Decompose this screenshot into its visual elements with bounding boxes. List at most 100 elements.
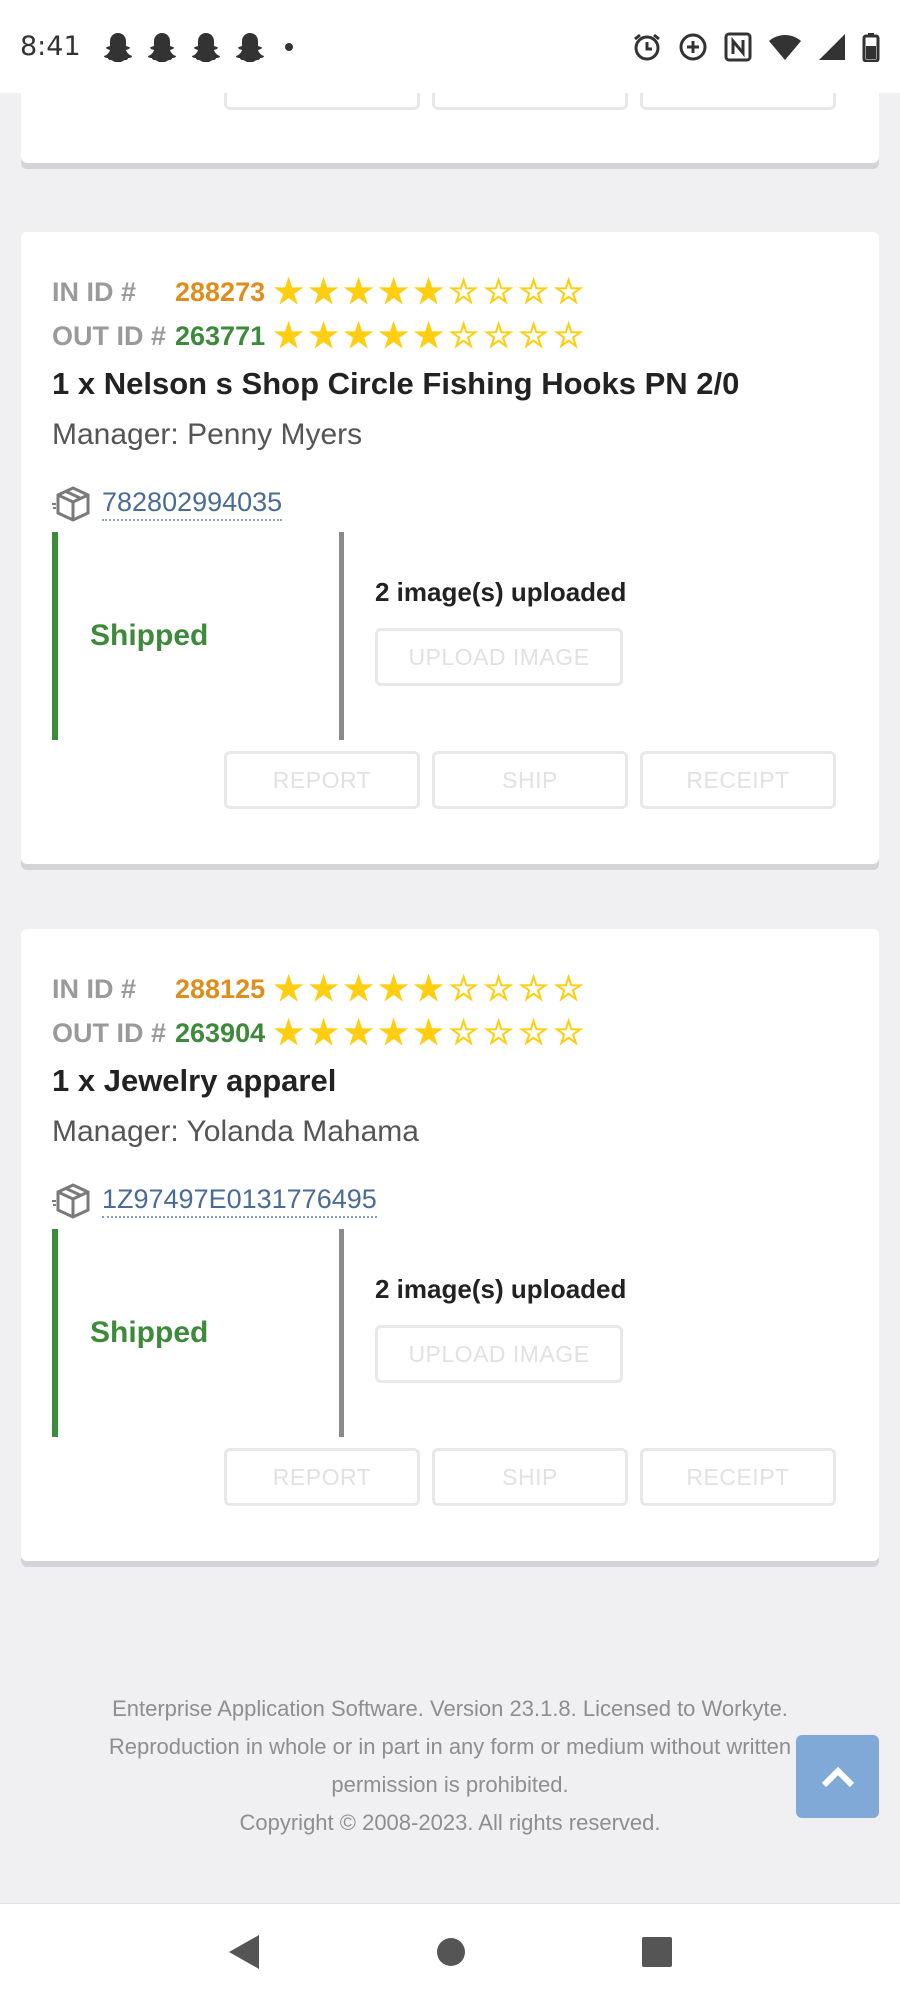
out-id-value: 263771 xyxy=(175,320,266,351)
star-empty-icon: ☆ xyxy=(553,273,584,311)
tracking-row: 1Z97497E0131776495 xyxy=(52,1181,377,1221)
star-empty-icon: ☆ xyxy=(518,1014,549,1052)
star-filled-icon: ★ xyxy=(378,273,409,311)
navigation-bar xyxy=(0,1903,900,2000)
package-icon xyxy=(52,486,90,522)
status-label: Shipped xyxy=(90,619,209,652)
status-time: 8:41 xyxy=(20,31,81,62)
star-filled-icon: ★ xyxy=(413,1014,444,1052)
out-id-row: OUT ID # 263771 ★ ★ ★ ★ ★ ☆ ☆ ☆ ☆ xyxy=(52,319,586,353)
upload-image-button[interactable]: UPLOAD IMAGE xyxy=(375,628,623,686)
manager-name: Yolanda Mahama xyxy=(186,1115,419,1148)
ship-button[interactable]: SHIP xyxy=(432,751,628,809)
star-filled-icon: ★ xyxy=(378,1014,409,1052)
status-block: Shipped xyxy=(52,532,344,740)
status-label: Shipped xyxy=(90,1316,209,1349)
snapchat-icon xyxy=(191,32,220,62)
star-empty-icon: ☆ xyxy=(448,317,479,355)
footer: Enterprise Application Software. Version… xyxy=(40,1690,860,1842)
star-filled-icon: ★ xyxy=(273,317,304,355)
star-filled-icon: ★ xyxy=(308,970,339,1008)
out-rating: ★ ★ ★ ★ ★ ☆ ☆ ☆ ☆ xyxy=(271,319,586,353)
footer-line: Copyright © 2008-2023. All rights reserv… xyxy=(239,1810,661,1835)
star-filled-icon: ★ xyxy=(413,273,444,311)
star-filled-icon: ★ xyxy=(343,317,374,355)
images-uploaded-text: 2 image(s) uploaded xyxy=(375,1274,627,1304)
star-filled-icon: ★ xyxy=(378,317,409,355)
battery-icon xyxy=(862,32,880,62)
star-empty-icon: ☆ xyxy=(448,1014,479,1052)
star-filled-icon: ★ xyxy=(308,273,339,311)
footer-line: Reproduction in whole or in part in any … xyxy=(108,1734,792,1759)
star-empty-icon: ☆ xyxy=(483,1014,514,1052)
star-filled-icon: ★ xyxy=(273,970,304,1008)
star-filled-icon: ★ xyxy=(273,1014,304,1052)
signal-icon xyxy=(819,33,845,60)
in-id-label: IN ID # xyxy=(52,973,137,1004)
wifi-icon xyxy=(769,34,801,60)
out-rating: ★ ★ ★ ★ ★ ☆ ☆ ☆ ☆ xyxy=(271,1016,586,1050)
receipt-button[interactable]: RECEIPT xyxy=(640,751,836,809)
status-block: Shipped xyxy=(52,1229,344,1437)
notification-dot xyxy=(284,42,293,51)
tracking-row: 782802994035 xyxy=(52,484,283,524)
ship-button[interactable]: SHIP xyxy=(432,1448,628,1506)
out-id-label: OUT ID # xyxy=(52,320,167,351)
manager-label: Manager: xyxy=(52,1115,187,1148)
snapchat-icon xyxy=(147,32,176,62)
star-filled-icon: ★ xyxy=(413,317,444,355)
in-rating: ★ ★ ★ ★ ★ ☆ ☆ ☆ ☆ xyxy=(271,972,586,1006)
star-filled-icon: ★ xyxy=(273,273,304,311)
star-filled-icon: ★ xyxy=(413,970,444,1008)
star-filled-icon: ★ xyxy=(308,1014,339,1052)
star-empty-icon: ☆ xyxy=(553,317,584,355)
in-id-value: 288125 xyxy=(175,973,266,1004)
star-empty-icon: ☆ xyxy=(483,273,514,311)
out-id-row: OUT ID # 263904 ★ ★ ★ ★ ★ ☆ ☆ ☆ ☆ xyxy=(52,1016,586,1050)
star-empty-icon: ☆ xyxy=(483,317,514,355)
star-empty-icon: ☆ xyxy=(518,273,549,311)
package-icon xyxy=(52,1183,90,1219)
in-id-row: IN ID # 288125 ★ ★ ★ ★ ★ ☆ ☆ ☆ ☆ xyxy=(52,972,586,1006)
manager-line: Manager: Yolanda Mahama xyxy=(52,1115,419,1149)
snapchat-icon xyxy=(103,32,132,62)
star-empty-icon: ☆ xyxy=(448,273,479,311)
tracking-number-link[interactable]: 1Z97497E0131776495 xyxy=(102,1184,377,1218)
star-filled-icon: ★ xyxy=(343,970,374,1008)
manager-line: Manager: Penny Myers xyxy=(52,418,362,452)
footer-line: Enterprise Application Software. Version… xyxy=(112,1696,788,1721)
footer-line: permission is prohibited. xyxy=(331,1772,569,1797)
star-empty-icon: ☆ xyxy=(483,970,514,1008)
out-id-label: OUT ID # xyxy=(52,1017,167,1048)
in-id-label: IN ID # xyxy=(52,276,137,307)
scroll-to-top-button[interactable] xyxy=(796,1735,879,1818)
receipt-button[interactable]: RECEIPT xyxy=(640,1448,836,1506)
back-icon[interactable] xyxy=(227,1933,261,1971)
star-filled-icon: ★ xyxy=(378,970,409,1008)
item-title: 1 x Nelson s Shop Circle Fishing Hooks P… xyxy=(52,366,740,401)
status-left: 8:41 xyxy=(20,31,293,63)
status-bar: 8:41 xyxy=(0,0,900,93)
star-empty-icon: ☆ xyxy=(553,970,584,1008)
in-rating: ★ ★ ★ ★ ★ ☆ ☆ ☆ ☆ xyxy=(271,275,586,309)
snapchat-icon xyxy=(235,32,264,62)
manager-label: Manager: xyxy=(52,418,188,451)
manager-name: Penny Myers xyxy=(187,418,363,451)
upload-image-button[interactable]: UPLOAD IMAGE xyxy=(375,1325,623,1383)
recents-icon[interactable] xyxy=(641,1936,673,1968)
order-card: IN ID # 288273 ★ ★ ★ ★ ★ ☆ ☆ ☆ ☆ OUT ID # 263771… xyxy=(21,232,879,864)
report-button[interactable]: REPORT xyxy=(224,751,420,809)
home-icon[interactable] xyxy=(436,1937,466,1967)
star-filled-icon: ★ xyxy=(308,317,339,355)
item-title: 1 x Jewelry apparel xyxy=(52,1063,337,1098)
order-card: IN ID # 288125 ★ ★ ★ ★ ★ ☆ ☆ ☆ ☆ OUT ID # 263904… xyxy=(21,929,879,1561)
in-id-row: IN ID # 288273 ★ ★ ★ ★ ★ ☆ ☆ ☆ ☆ xyxy=(52,275,586,309)
alarm-icon xyxy=(634,33,660,60)
in-id-value: 288273 xyxy=(175,276,266,307)
star-filled-icon: ★ xyxy=(343,1014,374,1052)
tracking-number-link[interactable]: 782802994035 xyxy=(102,487,283,521)
out-id-value: 263904 xyxy=(175,1017,266,1048)
chevron-up-icon xyxy=(821,1766,854,1787)
report-button[interactable]: REPORT xyxy=(224,1448,420,1506)
nfc-icon xyxy=(724,32,752,61)
